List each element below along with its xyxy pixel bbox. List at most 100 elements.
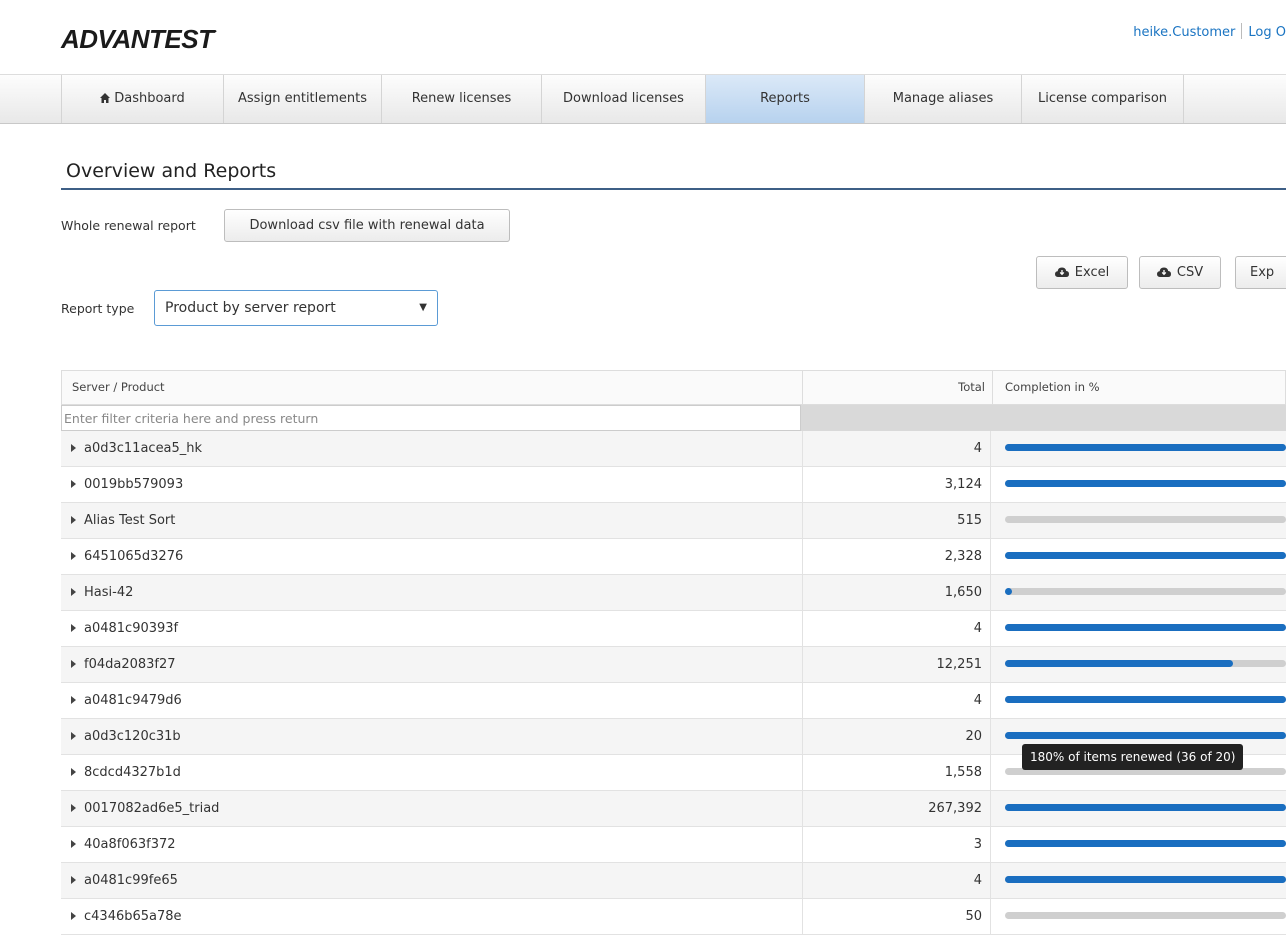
expand-arrow-icon[interactable] xyxy=(71,732,76,740)
tab-manage-aliases-label: Manage aliases xyxy=(892,91,994,106)
row-name: a0d3c120c31b xyxy=(84,729,181,744)
completion-bar[interactable] xyxy=(1005,732,1286,739)
table-row[interactable]: a0481c9479d6 4 xyxy=(61,683,1286,719)
row-name-cell: a0481c9479d6 xyxy=(71,683,182,718)
column-divider xyxy=(992,371,993,404)
row-total-cell: 2,328 xyxy=(802,539,991,574)
tab-download-licenses-label: Download licenses xyxy=(563,91,684,106)
completion-bar[interactable] xyxy=(1005,588,1286,595)
home-icon xyxy=(100,93,111,103)
completion-bar-fill xyxy=(1005,840,1286,847)
completion-bar[interactable] xyxy=(1005,444,1286,451)
user-bar: heike.Customer Log O xyxy=(1133,23,1286,40)
completion-bar-fill xyxy=(1005,804,1286,811)
table-row[interactable]: a0d3c11acea5_hk 4 xyxy=(61,431,1286,467)
expand-arrow-icon[interactable] xyxy=(71,876,76,884)
expand-arrow-icon[interactable] xyxy=(71,480,76,488)
table-row[interactable]: 0017082ad6e5_triad 267,392 xyxy=(61,791,1286,827)
row-total: 12,251 xyxy=(936,657,983,672)
row-total: 4 xyxy=(973,693,982,708)
completion-bar[interactable] xyxy=(1005,516,1286,523)
completion-bar[interactable] xyxy=(1005,552,1286,559)
expand-arrow-icon[interactable] xyxy=(71,912,76,920)
table-row[interactable]: a0481c99fe65 4 xyxy=(61,863,1286,899)
tab-assign-entitlements-label: Assign entitlements xyxy=(237,91,368,106)
row-name-cell: 6451065d3276 xyxy=(71,539,183,574)
expand-arrow-icon[interactable] xyxy=(71,696,76,704)
table-row[interactable]: Hasi-42 1,650 xyxy=(61,575,1286,611)
title-divider xyxy=(61,188,1286,190)
row-total-cell: 20 xyxy=(802,719,991,754)
row-total: 267,392 xyxy=(928,801,982,816)
table-row[interactable]: 6451065d3276 2,328 xyxy=(61,539,1286,575)
user-bar-separator xyxy=(1241,23,1243,39)
table-row[interactable]: 0019bb579093 3,124 xyxy=(61,467,1286,503)
expand-arrow-icon[interactable] xyxy=(71,588,76,596)
row-total-cell: 4 xyxy=(802,611,991,646)
username-link[interactable]: heike.Customer xyxy=(1133,25,1235,40)
tab-reports-label: Reports xyxy=(760,91,810,106)
row-total-cell: 12,251 xyxy=(802,647,991,682)
tab-renew-licenses[interactable]: Renew licenses xyxy=(382,75,542,123)
table-header: Server / Product Total Completion in % xyxy=(61,370,1286,405)
row-total-cell: 515 xyxy=(802,503,991,538)
completion-bar[interactable] xyxy=(1005,480,1286,487)
csv-export-button[interactable]: CSV xyxy=(1139,256,1221,289)
table-row[interactable]: f04da2083f27 12,251 xyxy=(61,647,1286,683)
table-row[interactable]: Alias Test Sort 515 xyxy=(61,503,1286,539)
row-name-cell: 0019bb579093 xyxy=(71,467,183,502)
completion-bar[interactable] xyxy=(1005,804,1286,811)
row-name-cell: f04da2083f27 xyxy=(71,647,176,682)
completion-bar[interactable] xyxy=(1005,696,1286,703)
expand-arrow-icon[interactable] xyxy=(71,840,76,848)
expand-arrow-icon[interactable] xyxy=(71,768,76,776)
row-total-cell: 3,124 xyxy=(802,467,991,502)
tab-download-licenses[interactable]: Download licenses xyxy=(542,75,706,123)
column-header-total[interactable]: Total xyxy=(803,371,985,404)
tab-dashboard[interactable]: Dashboard xyxy=(61,75,224,123)
row-total-cell: 4 xyxy=(802,683,991,718)
logout-link[interactable]: Log O xyxy=(1248,25,1286,40)
expand-arrow-icon[interactable] xyxy=(71,804,76,812)
expand-arrow-icon[interactable] xyxy=(71,660,76,668)
table-row[interactable]: c4346b65a78e 50 xyxy=(61,899,1286,935)
row-name-cell: a0481c99fe65 xyxy=(71,863,178,898)
logo-text: ADVANTEST xyxy=(61,24,214,54)
completion-bar[interactable] xyxy=(1005,624,1286,631)
row-name-cell: 0017082ad6e5_triad xyxy=(71,791,219,826)
row-name: 0019bb579093 xyxy=(84,477,184,492)
row-total-cell: 1,650 xyxy=(802,575,991,610)
advantest-logo[interactable]: ADVANTEST. xyxy=(61,24,217,55)
expand-arrow-icon[interactable] xyxy=(71,624,76,632)
expand-arrow-icon[interactable] xyxy=(71,444,76,452)
row-total: 4 xyxy=(973,441,982,456)
expand-arrow-icon[interactable] xyxy=(71,552,76,560)
completion-bar[interactable] xyxy=(1005,876,1286,883)
column-header-completion[interactable]: Completion in % xyxy=(1005,371,1100,404)
tab-manage-aliases[interactable]: Manage aliases xyxy=(865,75,1022,123)
table-row[interactable]: 40a8f063f372 3 xyxy=(61,827,1286,863)
download-csv-button[interactable]: Download csv file with renewal data xyxy=(224,209,510,242)
row-total: 1,650 xyxy=(944,585,982,600)
tab-reports[interactable]: Reports xyxy=(706,75,865,123)
completion-bar[interactable] xyxy=(1005,840,1286,847)
excel-export-button[interactable]: Excel xyxy=(1036,256,1128,289)
export-button[interactable]: Exp xyxy=(1235,256,1286,289)
completion-bar[interactable] xyxy=(1005,660,1286,667)
table-row[interactable]: a0481c90393f 4 xyxy=(61,611,1286,647)
row-total: 4 xyxy=(973,873,982,888)
report-type-value: Product by server report xyxy=(165,300,336,316)
row-name-cell: a0d3c120c31b xyxy=(71,719,181,754)
report-type-select[interactable]: Product by server report ▼ xyxy=(154,290,438,326)
row-name-cell: Alias Test Sort xyxy=(71,503,175,538)
row-name-cell: 8cdcd4327b1d xyxy=(71,755,181,790)
tab-license-comparison-label: License comparison xyxy=(1037,91,1168,106)
tab-license-comparison[interactable]: License comparison xyxy=(1022,75,1184,123)
row-name: Alias Test Sort xyxy=(84,513,176,528)
renewal-report-label: Whole renewal report xyxy=(61,218,196,233)
filter-input[interactable] xyxy=(61,405,801,431)
row-name: a0d3c11acea5_hk xyxy=(84,441,203,456)
expand-arrow-icon[interactable] xyxy=(71,516,76,524)
column-header-server-product[interactable]: Server / Product xyxy=(72,371,165,404)
tab-assign-entitlements[interactable]: Assign entitlements xyxy=(224,75,382,123)
